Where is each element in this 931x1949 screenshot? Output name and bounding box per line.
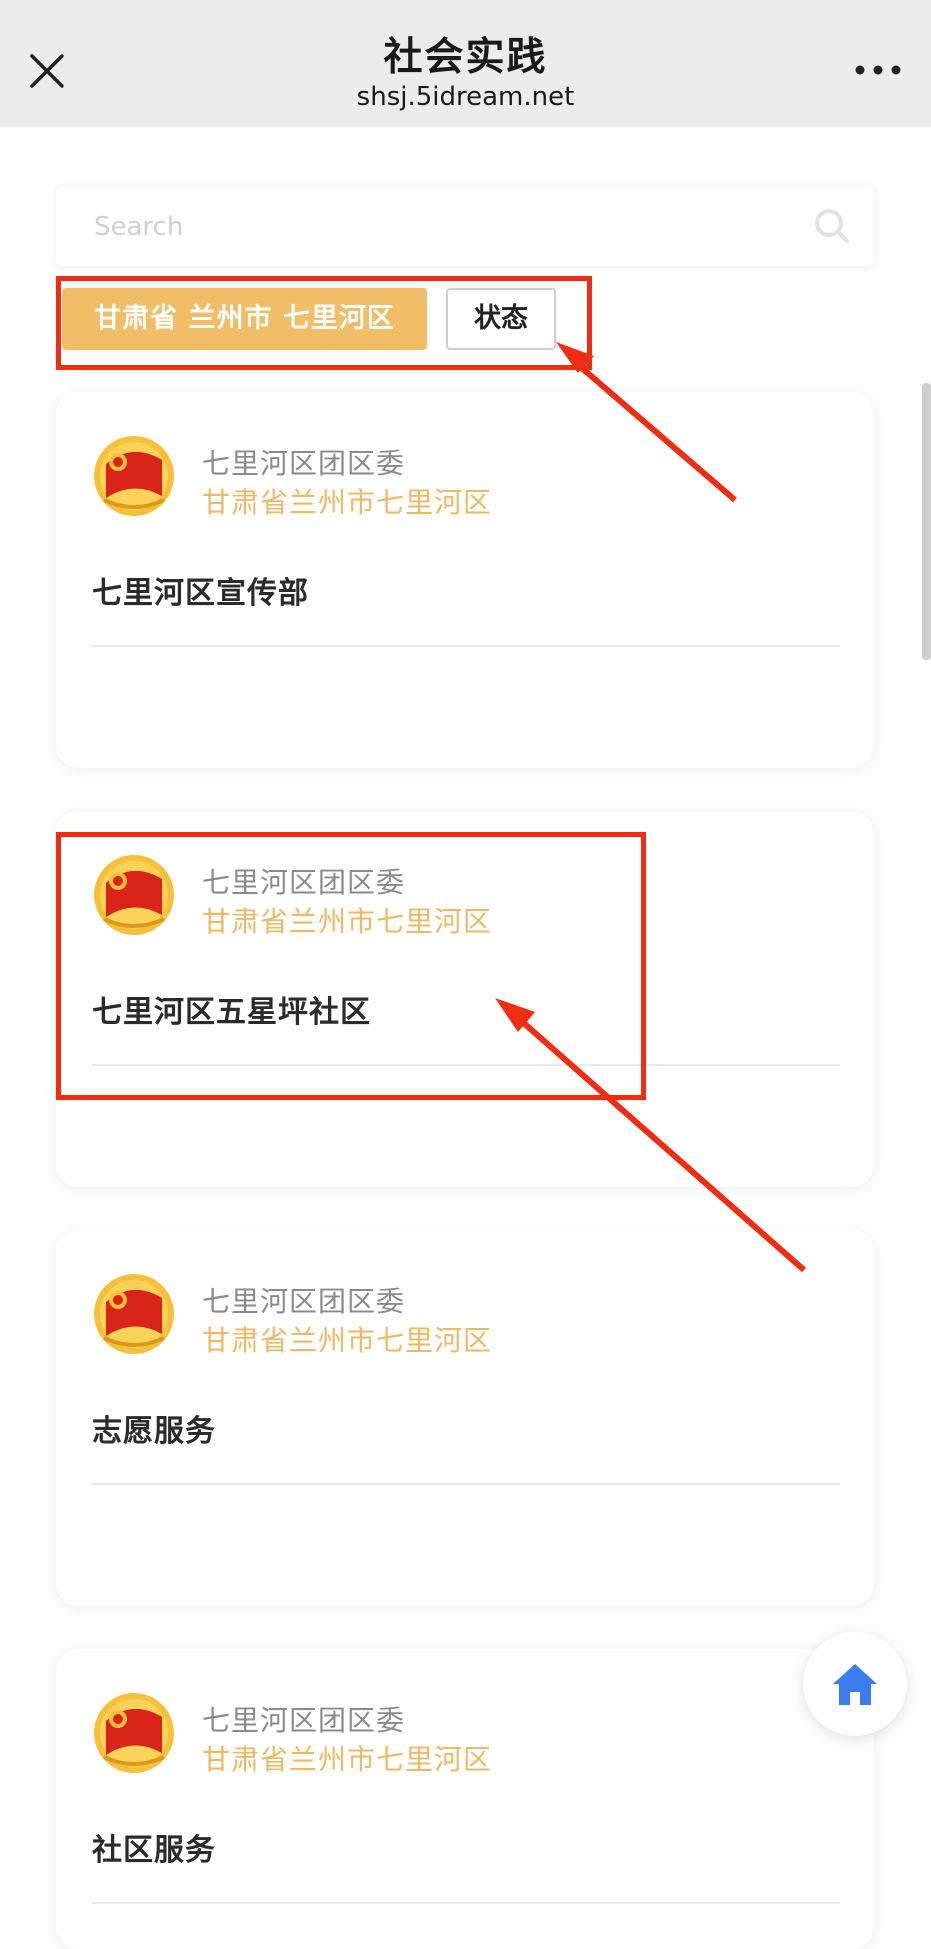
card-org: 七里河区团区委: [202, 447, 406, 480]
more-button[interactable]: [853, 58, 903, 82]
card-highlight-box: [56, 832, 646, 1100]
activity-card[interactable]: 七里河区团区委 甘肃省兰州市七里河区 志愿服务: [56, 1230, 874, 1606]
filter-highlight-box: [56, 276, 592, 370]
page-title: 社会实践: [383, 35, 548, 80]
more-icon: [855, 65, 901, 75]
card-divider: [92, 1483, 840, 1485]
card-title: 志愿服务: [92, 1414, 216, 1449]
youth-league-emblem-icon: [94, 1693, 174, 1773]
search-box: [56, 186, 874, 266]
card-divider: [92, 1902, 840, 1904]
search-icon[interactable]: [812, 206, 852, 246]
card-org: 七里河区团区委: [202, 1704, 406, 1737]
youth-league-emblem-icon: [94, 436, 174, 516]
activity-card[interactable]: 七里河区团区委 甘肃省兰州市七里河区 社区服务: [56, 1649, 874, 1949]
home-button[interactable]: [803, 1632, 907, 1736]
card-divider: [92, 645, 840, 647]
youth-league-emblem-icon: [94, 1274, 174, 1354]
activity-card[interactable]: 七里河区团区委 甘肃省兰州市七里河区 七里河区宣传部: [56, 392, 874, 768]
home-icon: [833, 1664, 877, 1705]
card-location: 甘肃省兰州市七里河区: [202, 1324, 493, 1357]
card-title: 七里河区宣传部: [92, 576, 309, 611]
card-title: 社区服务: [92, 1833, 216, 1868]
page-url: shsj.5idream.net: [356, 82, 575, 112]
scrollbar[interactable]: [922, 383, 931, 660]
card-location: 甘肃省兰州市七里河区: [202, 1743, 493, 1776]
card-org: 七里河区团区委: [202, 1285, 406, 1318]
search-input[interactable]: [92, 204, 776, 250]
card-location: 甘肃省兰州市七里河区: [202, 486, 493, 519]
top-bar: 社会实践 shsj.5idream.net: [0, 0, 931, 127]
